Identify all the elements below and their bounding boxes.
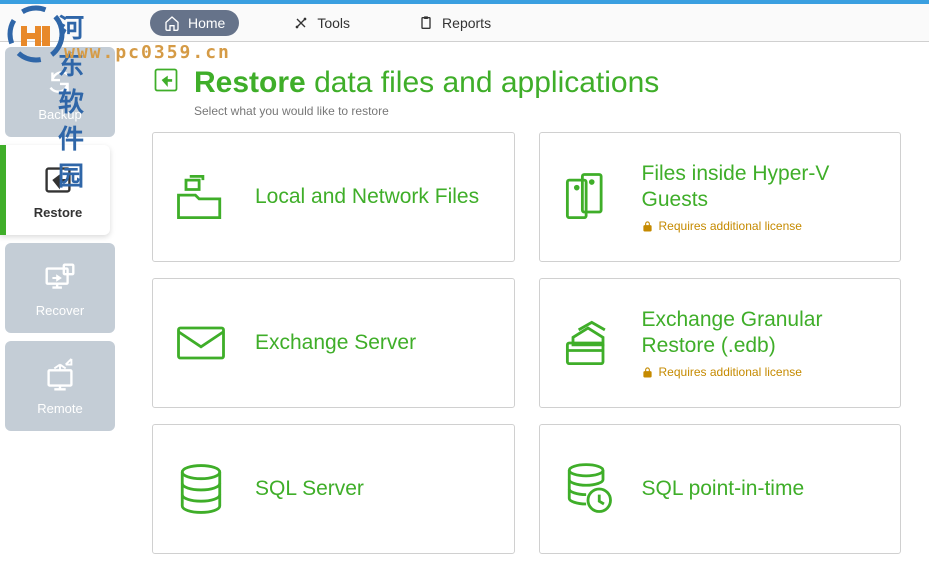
sidebar-item-restore[interactable]: Restore	[0, 145, 110, 235]
restore-heading-icon	[152, 66, 180, 99]
remote-icon	[41, 357, 79, 395]
sidebar: Backup Restore Recover Remote	[0, 42, 120, 582]
tab-reports[interactable]: Reports	[404, 10, 505, 36]
sidebar-backup-label: Backup	[38, 107, 81, 122]
sidebar-item-backup[interactable]: Backup	[5, 47, 115, 137]
tab-bar: Home Tools Reports	[0, 4, 929, 42]
home-icon	[164, 15, 180, 31]
card-exchange-granular[interactable]: Exchange Granular Restore (.edb) Require…	[539, 278, 902, 408]
database-icon	[171, 459, 231, 519]
card-exchange-edb-title: Exchange Granular Restore (.edb)	[642, 307, 883, 360]
envelope-icon	[171, 313, 231, 373]
sidebar-restore-label: Restore	[34, 205, 82, 220]
card-sql-point-in-time[interactable]: SQL point-in-time	[539, 424, 902, 554]
card-hyperv-title: Files inside Hyper-V Guests	[642, 161, 883, 214]
sidebar-item-recover[interactable]: Recover	[5, 243, 115, 333]
sidebar-recover-label: Recover	[36, 303, 84, 318]
sidebar-remote-label: Remote	[37, 401, 83, 416]
database-clock-icon	[558, 459, 618, 519]
backup-icon	[41, 63, 79, 101]
card-local-network-files[interactable]: Local and Network Files	[152, 132, 515, 262]
tab-home-label: Home	[188, 15, 225, 31]
tab-home[interactable]: Home	[150, 10, 239, 36]
main-content: Restore data files and applications Sele…	[120, 42, 929, 582]
tab-reports-label: Reports	[442, 15, 491, 31]
card-local-title: Local and Network Files	[255, 184, 479, 210]
card-exchange-edb-note: Requires additional license	[642, 365, 883, 379]
tab-tools-label: Tools	[317, 15, 350, 31]
page-title: Restore data files and applications	[194, 66, 659, 100]
tab-tools[interactable]: Tools	[279, 10, 364, 36]
lock-icon	[642, 221, 653, 232]
card-exchange-title: Exchange Server	[255, 330, 416, 356]
folder-files-icon	[171, 167, 231, 227]
hyperv-icon	[558, 167, 618, 227]
tools-icon	[293, 15, 309, 31]
card-hyperv-files[interactable]: Files inside Hyper-V Guests Requires add…	[539, 132, 902, 262]
page-subtitle: Select what you would like to restore	[194, 104, 659, 118]
recover-icon	[41, 259, 79, 297]
card-hyperv-note: Requires additional license	[642, 219, 883, 233]
card-sql-title: SQL Server	[255, 476, 364, 502]
exchange-edb-icon	[558, 313, 618, 373]
lock-icon	[642, 367, 653, 378]
restore-icon	[39, 161, 77, 199]
card-sql-server[interactable]: SQL Server	[152, 424, 515, 554]
reports-icon	[418, 15, 434, 31]
sidebar-item-remote[interactable]: Remote	[5, 341, 115, 431]
card-exchange-server[interactable]: Exchange Server	[152, 278, 515, 408]
card-sql-pit-title: SQL point-in-time	[642, 476, 805, 502]
